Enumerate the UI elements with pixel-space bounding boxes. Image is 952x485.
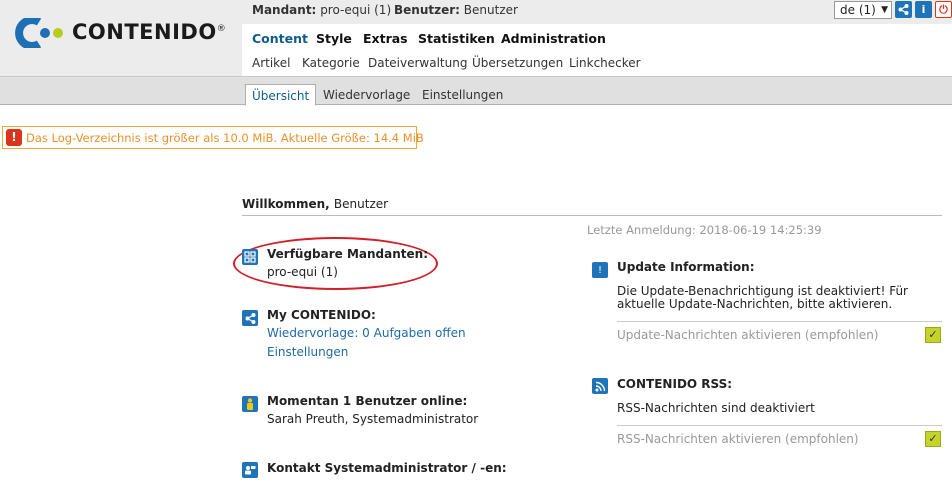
divider <box>242 215 942 216</box>
rss-check-label: RSS-Nachrichten aktivieren (empfohlen) <box>617 432 859 446</box>
update-checkbox[interactable]: ✓ <box>925 327 941 343</box>
online-title: Momentan 1 Benutzer online: <box>267 394 468 408</box>
online-value: Sarah Preuth, Systemadministrator <box>267 412 479 426</box>
user-icon <box>242 396 258 412</box>
benutzer-info: Benutzer: Benutzer <box>394 3 518 17</box>
update-title: Update Information: <box>617 260 755 274</box>
main-nav-statistiken[interactable]: Statistiken <box>418 31 495 46</box>
tab-einstellungen[interactable]: Einstellungen <box>416 84 509 106</box>
main-nav-administration[interactable]: Administration <box>501 31 606 46</box>
logo-area: CONTENIDO® <box>0 0 242 76</box>
main-nav-style[interactable]: Style <box>316 31 352 46</box>
wiedervorlage-link[interactable]: Wiedervorlage: 0 Aufgaben offen <box>267 326 466 340</box>
exclamation-icon: ! <box>6 129 22 146</box>
contact-icon <box>242 462 258 478</box>
tab-wiedervorlage[interactable]: Wiedervorlage <box>317 84 416 106</box>
rss-check-row: RSS-Nachrichten aktivieren (empfohlen) ✓ <box>617 425 942 451</box>
einstellungen-link[interactable]: Einstellungen <box>267 345 348 359</box>
logo-text: CONTENIDO® <box>72 20 227 44</box>
warning-text: Das Log-Verzeichnis ist größer als 10.0 … <box>26 131 424 145</box>
info-bubble-icon: ! <box>592 262 608 278</box>
mandant-info: Mandant: pro-equi (1) <box>252 3 392 17</box>
chevron-down-icon: ▼ <box>881 5 888 15</box>
language-select[interactable]: de (1) ▼ <box>834 1 892 19</box>
sub-nav-uebersetzungen[interactable]: Übersetzungen <box>472 56 563 70</box>
info-bar: Mandant: pro-equi (1) Benutzer: Benutzer… <box>242 0 952 24</box>
contenido-logo-icon[interactable] <box>12 18 64 48</box>
share-icon <box>242 310 258 326</box>
sub-nav-dateiverwaltung[interactable]: Dateiverwaltung <box>368 56 467 70</box>
rss-title: CONTENIDO RSS: <box>617 377 733 391</box>
kontakt-title: Kontakt Systemadministrator / -en: <box>267 461 507 475</box>
rss-icon <box>592 378 608 394</box>
main-nav-content[interactable]: Content <box>252 31 308 46</box>
mandanten-value: pro-equi (1) <box>267 265 338 279</box>
main-nav: Content Style Extras Statistiken Adminis… <box>242 24 952 50</box>
update-check-label: Update-Nachrichten aktivieren (empfohlen… <box>617 328 879 342</box>
rss-checkbox[interactable]: ✓ <box>925 431 941 447</box>
highlight-ring <box>233 237 438 290</box>
log-warning: ! Das Log-Verzeichnis ist größer als 10.… <box>2 126 424 149</box>
main-nav-extras[interactable]: Extras <box>363 31 408 46</box>
sub-nav: Artikel Kategorie Dateiverwaltung Überse… <box>242 50 952 76</box>
mandanten-title: Verfügbare Mandanten: <box>267 247 428 261</box>
my-contenido-title: My CONTENIDO: <box>267 308 376 322</box>
sub-nav-linkchecker[interactable]: Linkchecker <box>569 56 641 70</box>
welcome-heading: Willkommen, Benutzer <box>242 197 389 211</box>
info-icon[interactable]: i <box>915 1 932 18</box>
grid-icon <box>242 249 258 265</box>
power-icon[interactable]: ⏻ <box>935 1 952 18</box>
update-check-row: Update-Nachrichten aktivieren (empfohlen… <box>617 321 942 347</box>
share-icon[interactable] <box>895 1 912 18</box>
sub-nav-kategorie[interactable]: Kategorie <box>302 56 360 70</box>
rss-text: RSS-Nachrichten sind deaktiviert <box>617 401 815 415</box>
update-text-line2: aktuelle Update-Nachrichten, bitte aktiv… <box>617 297 893 311</box>
update-text-line1: Die Update-Benachrichtigung ist deaktivi… <box>617 284 908 298</box>
tab-bar: Übersicht Wiedervorlage Einstellungen <box>0 76 952 106</box>
last-login: Letzte Anmeldung: 2018-06-19 14:25:39 <box>587 223 822 237</box>
header: CONTENIDO® Mandant: pro-equi (1) Benutze… <box>0 0 952 76</box>
sub-nav-artikel[interactable]: Artikel <box>252 56 290 70</box>
tab-uebersicht[interactable]: Übersicht <box>245 84 317 106</box>
